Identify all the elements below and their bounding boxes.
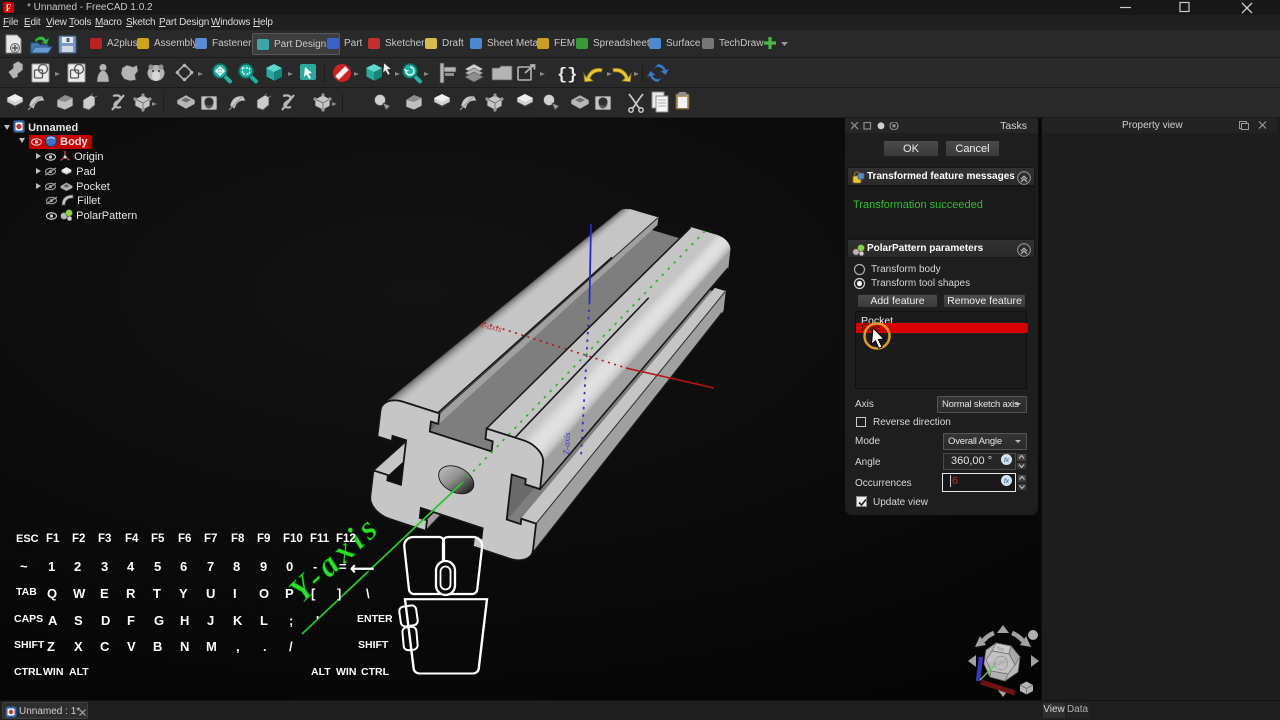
svg-text:Top: Top <box>996 646 1005 653</box>
svg-text:x-axis: x-axis <box>479 319 504 334</box>
svg-text:{}: {} <box>557 66 577 85</box>
svg-text:fx: fx <box>1004 478 1010 485</box>
svg-text:Z-axis: Z-axis <box>561 432 572 455</box>
svg-text:fx: fx <box>1004 457 1010 464</box>
svg-text:F: F <box>6 3 12 13</box>
